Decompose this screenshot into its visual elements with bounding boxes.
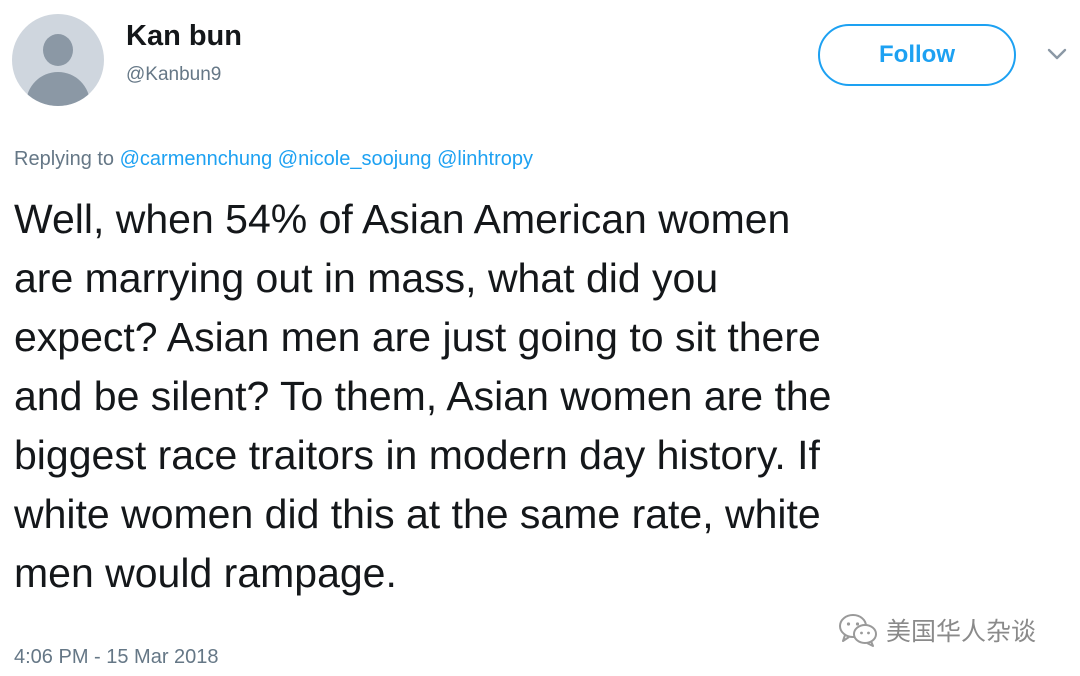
tweet-text-line: men would rampage. xyxy=(14,550,397,596)
replying-to-label: Replying to xyxy=(14,148,115,170)
avatar-body-shape xyxy=(26,72,90,106)
mention-link[interactable]: @linhtropy xyxy=(437,148,533,170)
chevron-down-icon[interactable] xyxy=(1046,46,1068,62)
watermark: 美国华人杂谈 xyxy=(838,612,1036,648)
tweet-text-line: and be silent? To them, Asian women are … xyxy=(14,373,832,419)
follow-button[interactable]: Follow xyxy=(818,24,1016,86)
display-name[interactable]: Kan bun xyxy=(126,20,242,53)
avatar-head-shape xyxy=(43,34,73,66)
tweet-text-line: expect? Asian men are just going to sit … xyxy=(14,314,821,360)
tweet-text-line: biggest race traitors in modern day hist… xyxy=(14,432,820,478)
watermark-text: 美国华人杂谈 xyxy=(886,618,1037,646)
mention-link[interactable]: @nicole_soojung xyxy=(278,148,432,170)
user-handle[interactable]: @Kanbun9 xyxy=(126,64,221,86)
tweet-card: Kan bun @Kanbun9 Follow Replying to @car… xyxy=(0,0,1080,676)
tweet-text: Well, when 54% of Asian American women a… xyxy=(14,190,1074,603)
replying-to: Replying to @carmennchung @nicole_soojun… xyxy=(14,148,533,171)
tweet-text-line: Well, when 54% of Asian American women xyxy=(14,196,791,242)
tweet-text-line: are marrying out in mass, what did you xyxy=(14,255,719,301)
tweet-timestamp[interactable]: 4:06 PM - 15 Mar 2018 xyxy=(14,646,219,669)
mention-link[interactable]: @carmennchung xyxy=(120,148,273,170)
avatar[interactable] xyxy=(12,14,104,106)
wechat-icon xyxy=(839,614,877,647)
tweet-text-line: white women did this at the same rate, w… xyxy=(14,491,821,537)
